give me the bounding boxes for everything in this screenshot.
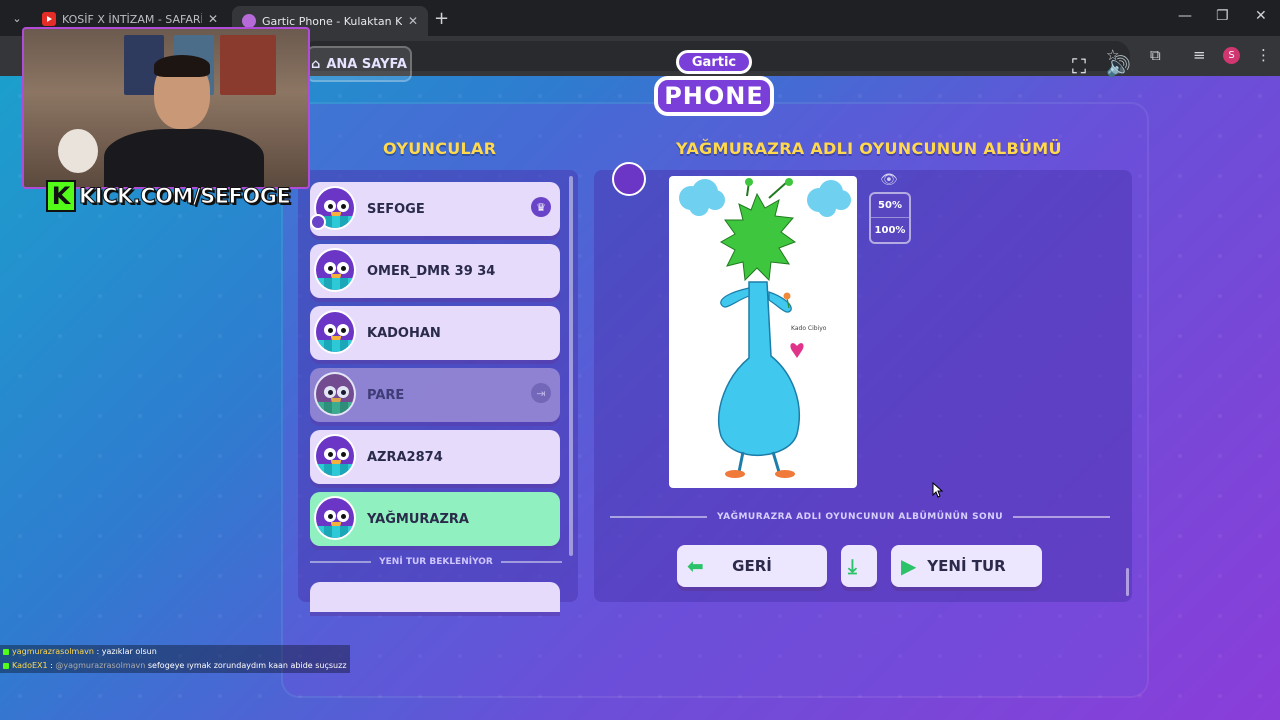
menu-icon[interactable]: ⋮ xyxy=(1256,46,1271,64)
fullscreen-icon[interactable]: ⛶ xyxy=(1072,54,1086,78)
chat-separator: : xyxy=(93,647,102,656)
cursor-arrow-icon xyxy=(932,481,944,498)
player-name: KADOHAN xyxy=(367,325,441,341)
tab-search-icon[interactable]: ⌄ xyxy=(6,7,28,29)
player-name: AZRA2874 xyxy=(367,449,443,465)
new-round-button[interactable]: ▶ YENİ TUR xyxy=(891,545,1042,587)
album-scrollbar[interactable] xyxy=(1126,568,1129,596)
logo-top-text: Gartic xyxy=(676,50,752,74)
player-card-omer: OMER_DMR 39 34 xyxy=(310,244,560,298)
kick-channel-banner: K KICK.COM/SEFOGE xyxy=(46,180,291,212)
eye-icon[interactable]: 👁 xyxy=(880,172,898,188)
drawing-note: Kado Cibiyo xyxy=(791,325,827,332)
new-tab-icon[interactable]: + xyxy=(434,8,449,29)
webcam-overlay xyxy=(22,27,310,189)
close-tab-icon[interactable]: ✕ xyxy=(408,14,418,28)
logo-bottom-text: PHONE xyxy=(654,76,774,116)
waiting-divider: YENİ TUR BEKLENİYOR xyxy=(310,557,562,567)
chat-message: yagmurazrasolmavn : yazıklar olsun xyxy=(0,645,350,659)
home-button[interactable]: ⌂ ANA SAYFA xyxy=(306,46,412,82)
home-icon: ⌂ xyxy=(311,56,321,72)
zoom-selector: 50% 100% xyxy=(869,192,911,244)
album-end-divider: YAĞMURAZRA ADLI OYUNCUNUN ALBÜMÜNÜN SONU xyxy=(610,512,1110,522)
player-name: YAĞMURAZRA xyxy=(367,511,469,527)
avatar xyxy=(314,372,356,416)
kick-logo-icon: K xyxy=(46,180,76,212)
profile-avatar[interactable]: S xyxy=(1223,47,1240,64)
close-window-icon[interactable]: ✕ xyxy=(1255,8,1267,24)
close-tab-icon[interactable]: ✕ xyxy=(208,12,218,26)
player-card-sefoge: SEFOGE ♛ xyxy=(310,182,560,236)
minimize-icon[interactable]: — xyxy=(1178,8,1192,24)
gartic-icon xyxy=(242,14,256,28)
chat-text: sefogeye ıymak zorundaydım kaan abide su… xyxy=(145,661,347,670)
avatar xyxy=(314,310,356,354)
avatar xyxy=(314,248,356,292)
extensions-icon[interactable]: ⧉ xyxy=(1150,46,1161,64)
crown-icon: ♛ xyxy=(531,197,551,217)
kick-url: KICK.COM/SEFOGE xyxy=(78,184,291,209)
chat-mention: @yagmurazrasolmavn xyxy=(55,661,146,670)
player-card-yagmurazra[interactable]: YAĞMURAZRA xyxy=(310,492,560,546)
album-end-label: YAĞMURAZRA ADLI OYUNCUNUN ALBÜMÜNÜN SONU xyxy=(716,512,1004,522)
player-name: OMER_DMR 39 34 xyxy=(367,263,496,279)
media-icon[interactable]: ≡ xyxy=(1193,46,1206,64)
chat-user: KadoEX1 xyxy=(12,661,48,670)
album-heading: YAĞMURAZRA ADLI OYUNCUNUN ALBÜMÜ xyxy=(676,139,1062,158)
waiting-label: YENİ TUR BEKLENİYOR xyxy=(379,557,493,567)
zoom-50-option[interactable]: 50% xyxy=(871,194,909,218)
play-icon: ▶ xyxy=(901,554,917,578)
chat-user: yagmurazrasolmavn xyxy=(12,647,94,656)
restore-icon[interactable]: ❐ xyxy=(1216,8,1229,24)
download-button[interactable]: ⤓ xyxy=(841,545,877,587)
player-card-kadohan: KADOHAN xyxy=(310,306,560,360)
exit-icon: ⇥ xyxy=(531,383,551,403)
volume-icon[interactable]: 🔊 xyxy=(1106,54,1131,78)
back-button[interactable]: ⬅ GERİ xyxy=(677,545,827,587)
youtube-icon xyxy=(42,12,56,26)
tab-title: KOSİF X İNTİZAM - SAFARİ ( OF xyxy=(62,12,202,26)
players-scrollbar[interactable] xyxy=(569,176,573,556)
download-icon: ⤓ xyxy=(848,554,857,578)
player-card-pare: PARE ⇥ xyxy=(310,368,560,422)
zoom-100-option[interactable]: 100% xyxy=(871,218,909,242)
chat-text: yazıklar olsun xyxy=(101,647,157,656)
player-name: SEFOGE xyxy=(367,201,425,217)
chat-message: KadoEX1 : @yagmurazrasolmavn sefogeye ıy… xyxy=(0,659,350,673)
album-owner-avatar xyxy=(612,162,646,196)
player-card-partial xyxy=(310,582,560,612)
host-user-icon xyxy=(310,214,326,230)
chat-overlay: yagmurazrasolmavn : yazıklar olsun KadoE… xyxy=(0,645,350,673)
player-name: PARE xyxy=(367,387,405,403)
gartic-phone-logo: Gartic PHONE xyxy=(654,46,774,122)
player-card-azra: AZRA2874 xyxy=(310,430,560,484)
players-heading: OYUNCULAR xyxy=(383,139,497,158)
home-button-label: ANA SAYFA xyxy=(326,56,407,72)
arrow-left-icon: ⬅ xyxy=(687,554,704,578)
avatar xyxy=(314,496,356,540)
album-drawing: Kado Cibiyo xyxy=(669,176,857,488)
avatar xyxy=(314,434,356,478)
tab-title: Gartic Phone - Kulaktan Kulağa xyxy=(262,14,402,28)
drawing-canvas: Kado Cibiyo xyxy=(679,178,851,478)
